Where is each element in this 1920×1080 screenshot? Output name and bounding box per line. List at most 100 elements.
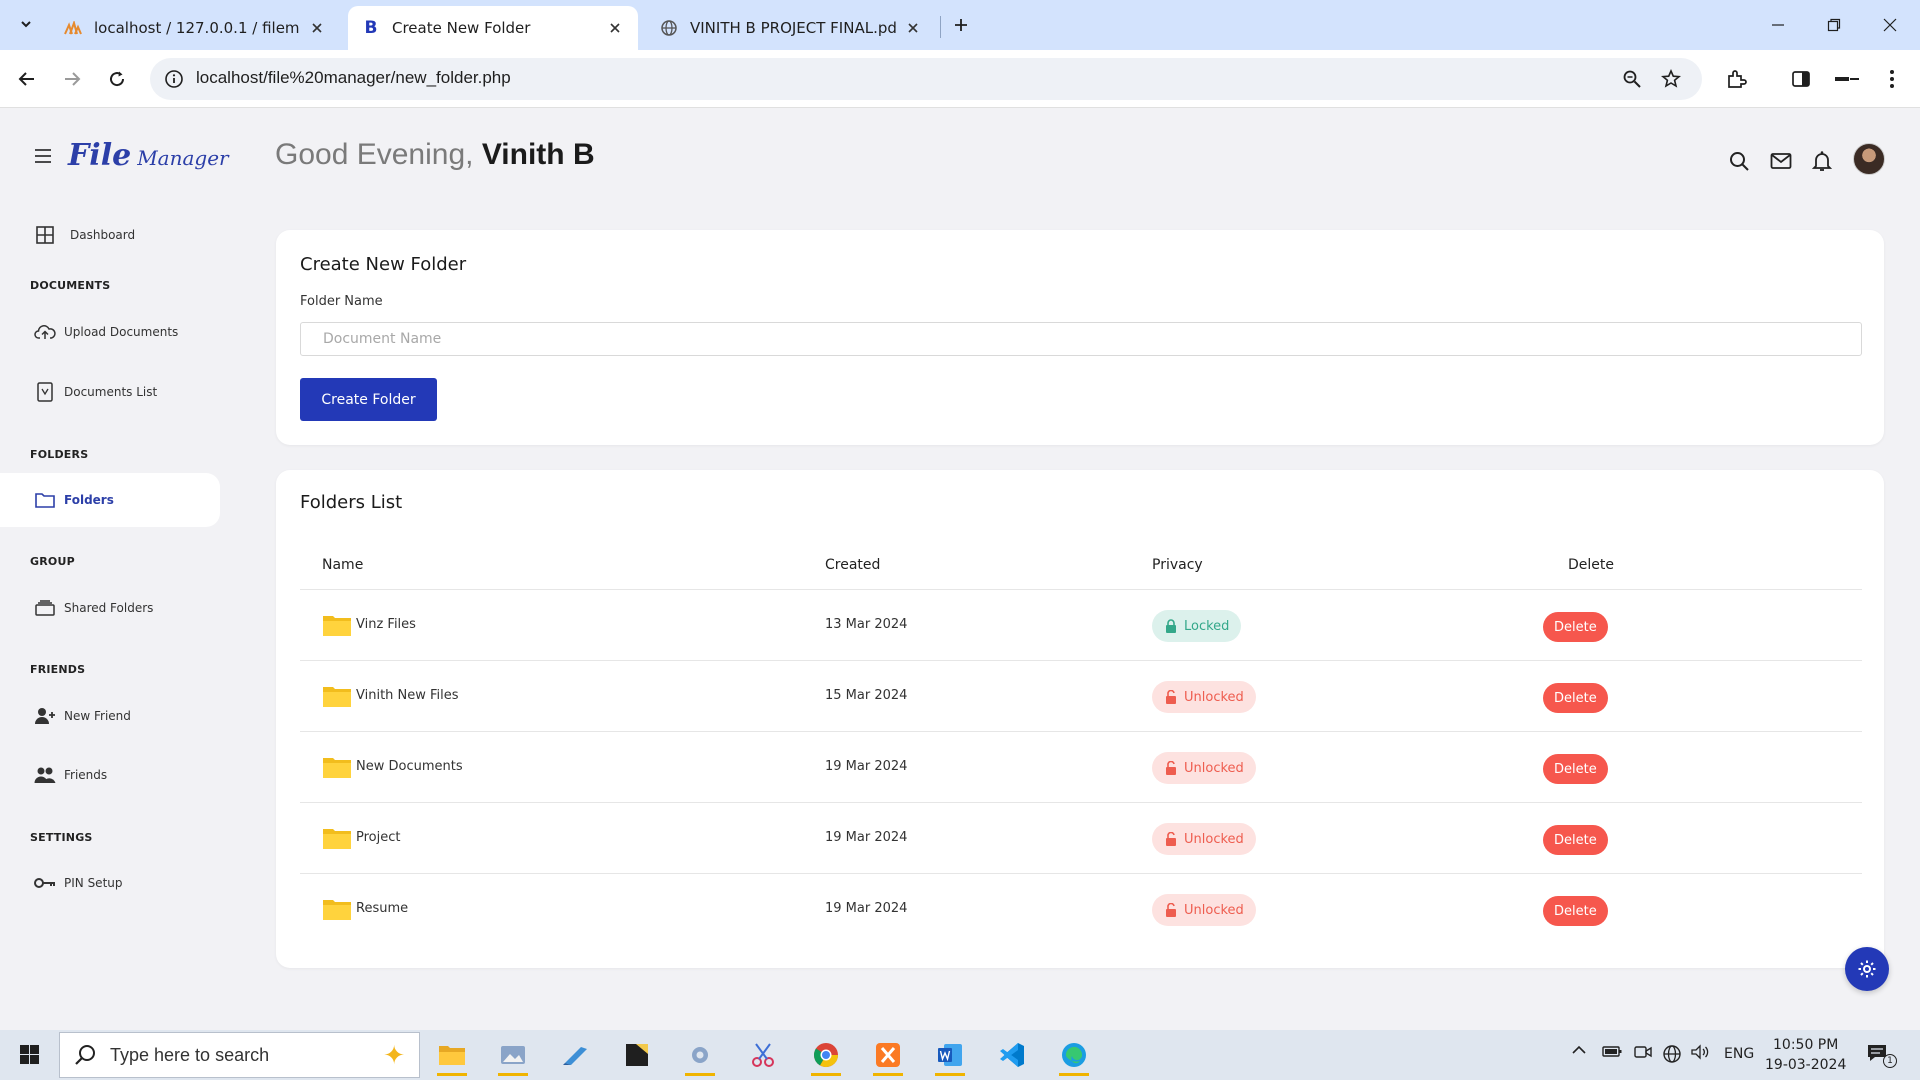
whiteboard-app[interactable] — [552, 1034, 598, 1076]
sidebar-item-new-friend[interactable]: New Friend — [0, 689, 220, 743]
privacy-label: Locked — [1184, 618, 1230, 634]
card-title: Create New Folder — [300, 254, 467, 275]
search-icon[interactable] — [1726, 148, 1752, 174]
folder-name[interactable]: Project — [356, 830, 400, 845]
sidebar-item-folders[interactable]: Folders — [0, 473, 220, 527]
sidebar-item-label: Friends — [64, 768, 108, 782]
sidebar-item-documents-list[interactable]: Documents List — [0, 365, 220, 419]
tab-title: VINITH B PROJECT FINAL.pdf — [690, 19, 896, 37]
battery-icon[interactable] — [1602, 1044, 1622, 1062]
zoom-icon[interactable] — [1621, 68, 1643, 90]
windows-start-icon[interactable] — [10, 1042, 50, 1068]
sidebar-item-dashboard[interactable]: Dashboard — [0, 208, 220, 262]
folder-name[interactable]: Vinith New Files — [356, 688, 459, 703]
delete-button[interactable]: Delete — [1543, 825, 1608, 855]
profile-icon[interactable] — [1833, 65, 1861, 93]
mail-icon[interactable] — [1768, 148, 1794, 174]
language-indicator[interactable]: ENG — [1724, 1046, 1754, 1062]
bell-icon[interactable] — [1809, 148, 1835, 174]
close-icon[interactable] — [904, 19, 922, 37]
settings-app[interactable] — [677, 1034, 723, 1076]
sidebar-item-label: Dashboard — [70, 228, 136, 242]
sticky-notes-app[interactable] — [614, 1034, 660, 1076]
user-plus-icon — [34, 705, 56, 727]
delete-button[interactable]: Delete — [1543, 612, 1608, 642]
browser-tab-bar: localhost / 127.0.0.1 / filemanag B Crea… — [0, 0, 1920, 50]
snipping-tool-app[interactable] — [740, 1034, 786, 1076]
unlock-icon — [1166, 690, 1176, 704]
table-row[interactable]: New Documents 19 Mar 2024 Unlocked Delet… — [300, 732, 1862, 803]
sidebar-item-friends[interactable]: Friends — [0, 748, 220, 802]
privacy-badge[interactable]: Unlocked — [1152, 752, 1256, 784]
word-app[interactable] — [927, 1034, 973, 1076]
settings-fab-button[interactable] — [1845, 947, 1889, 991]
tab-create-new-folder[interactable]: B Create New Folder — [348, 6, 638, 50]
vscode-app[interactable] — [989, 1034, 1035, 1076]
edge-app[interactable] — [1051, 1034, 1097, 1076]
tab-phpmyadmin[interactable]: localhost / 127.0.0.1 / filemanag — [50, 6, 340, 50]
network-globe-icon[interactable] — [1662, 1044, 1682, 1068]
sidebar-item-shared-folders[interactable]: Shared Folders — [0, 581, 220, 635]
hamburger-menu-icon[interactable] — [33, 148, 53, 164]
volume-icon[interactable] — [1690, 1044, 1710, 1064]
xampp-app[interactable] — [865, 1034, 911, 1076]
sidebar-section-folders: FOLDERS — [30, 448, 89, 461]
delete-button[interactable]: Delete — [1543, 754, 1608, 784]
photos-app[interactable] — [490, 1034, 536, 1076]
info-icon[interactable] — [164, 69, 184, 89]
close-icon[interactable] — [308, 19, 326, 37]
sidebar-item-pin-setup[interactable]: PIN Setup — [0, 856, 220, 910]
back-button[interactable] — [10, 62, 44, 96]
avatar[interactable] — [1853, 143, 1885, 175]
folder-name[interactable]: New Documents — [356, 759, 463, 774]
delete-button[interactable]: Delete — [1543, 683, 1608, 713]
tab-search-button[interactable] — [12, 10, 40, 38]
star-icon[interactable] — [1660, 68, 1682, 90]
privacy-badge[interactable]: Locked — [1152, 610, 1242, 642]
reload-button[interactable] — [100, 62, 134, 96]
minimize-button[interactable] — [1756, 8, 1800, 42]
folder-name-input[interactable] — [300, 322, 1862, 356]
privacy-badge[interactable]: Unlocked — [1152, 823, 1256, 855]
taskbar-search[interactable]: Type here to search ✦ — [59, 1032, 420, 1078]
delete-button[interactable]: Delete — [1543, 896, 1608, 926]
column-header-privacy: Privacy — [1152, 557, 1203, 573]
sidebar-item-label: New Friend — [64, 709, 131, 723]
folders-table: Name Created Privacy Delete Vinz Files 1… — [300, 540, 1862, 945]
extensions-icon[interactable] — [1722, 65, 1750, 93]
taskbar-clock[interactable]: 10:50 PM 19-03-2024 — [1765, 1035, 1846, 1075]
folder-icon — [323, 687, 351, 707]
restore-button[interactable] — [1812, 8, 1856, 42]
created-date: 19 Mar 2024 — [825, 901, 908, 916]
side-panel-icon[interactable] — [1787, 65, 1815, 93]
chrome-app[interactable] — [803, 1034, 849, 1076]
privacy-badge[interactable]: Unlocked — [1152, 681, 1256, 713]
create-folder-button[interactable]: Create Folder — [300, 378, 437, 421]
table-row[interactable]: Vinith New Files 15 Mar 2024 Unlocked De… — [300, 661, 1862, 732]
address-bar[interactable]: localhost/file%20manager/new_folder.php — [150, 58, 1702, 100]
table-row[interactable]: Resume 19 Mar 2024 Unlocked Delete — [300, 874, 1862, 945]
notification-icon[interactable]: 1 — [1866, 1042, 1897, 1070]
sidebar-item-upload-documents[interactable]: Upload Documents — [0, 305, 220, 359]
file-explorer-app[interactable] — [429, 1034, 475, 1076]
new-tab-button[interactable] — [948, 12, 974, 38]
privacy-badge[interactable]: Unlocked — [1152, 894, 1256, 926]
table-row[interactable]: Project 19 Mar 2024 Unlocked Delete — [300, 803, 1862, 874]
windows-taskbar: Type here to search ✦ ENG 10:50 PM 19-03… — [0, 1030, 1920, 1080]
close-window-button[interactable] — [1868, 8, 1912, 42]
logo-main: File — [68, 138, 132, 173]
word-icon — [938, 1044, 962, 1066]
app-logo[interactable]: File Manager — [68, 138, 229, 173]
table-row[interactable]: Vinz Files 13 Mar 2024 Locked Delete — [300, 590, 1862, 661]
kebab-menu-icon[interactable] — [1878, 65, 1906, 93]
url-text[interactable]: localhost/file%20manager/new_folder.php — [196, 68, 511, 88]
user-name: Vinith B — [481, 138, 595, 171]
notification-count: 1 — [1883, 1054, 1897, 1068]
folder-name[interactable]: Resume — [356, 901, 408, 916]
meet-now-icon[interactable] — [1634, 1044, 1652, 1064]
folder-name[interactable]: Vinz Files — [356, 617, 416, 632]
chevron-up-icon[interactable] — [1571, 1044, 1587, 1060]
forward-button[interactable] — [55, 62, 89, 96]
tab-project-pdf[interactable]: VINITH B PROJECT FINAL.pdf — [646, 6, 936, 50]
close-icon[interactable] — [606, 19, 624, 37]
